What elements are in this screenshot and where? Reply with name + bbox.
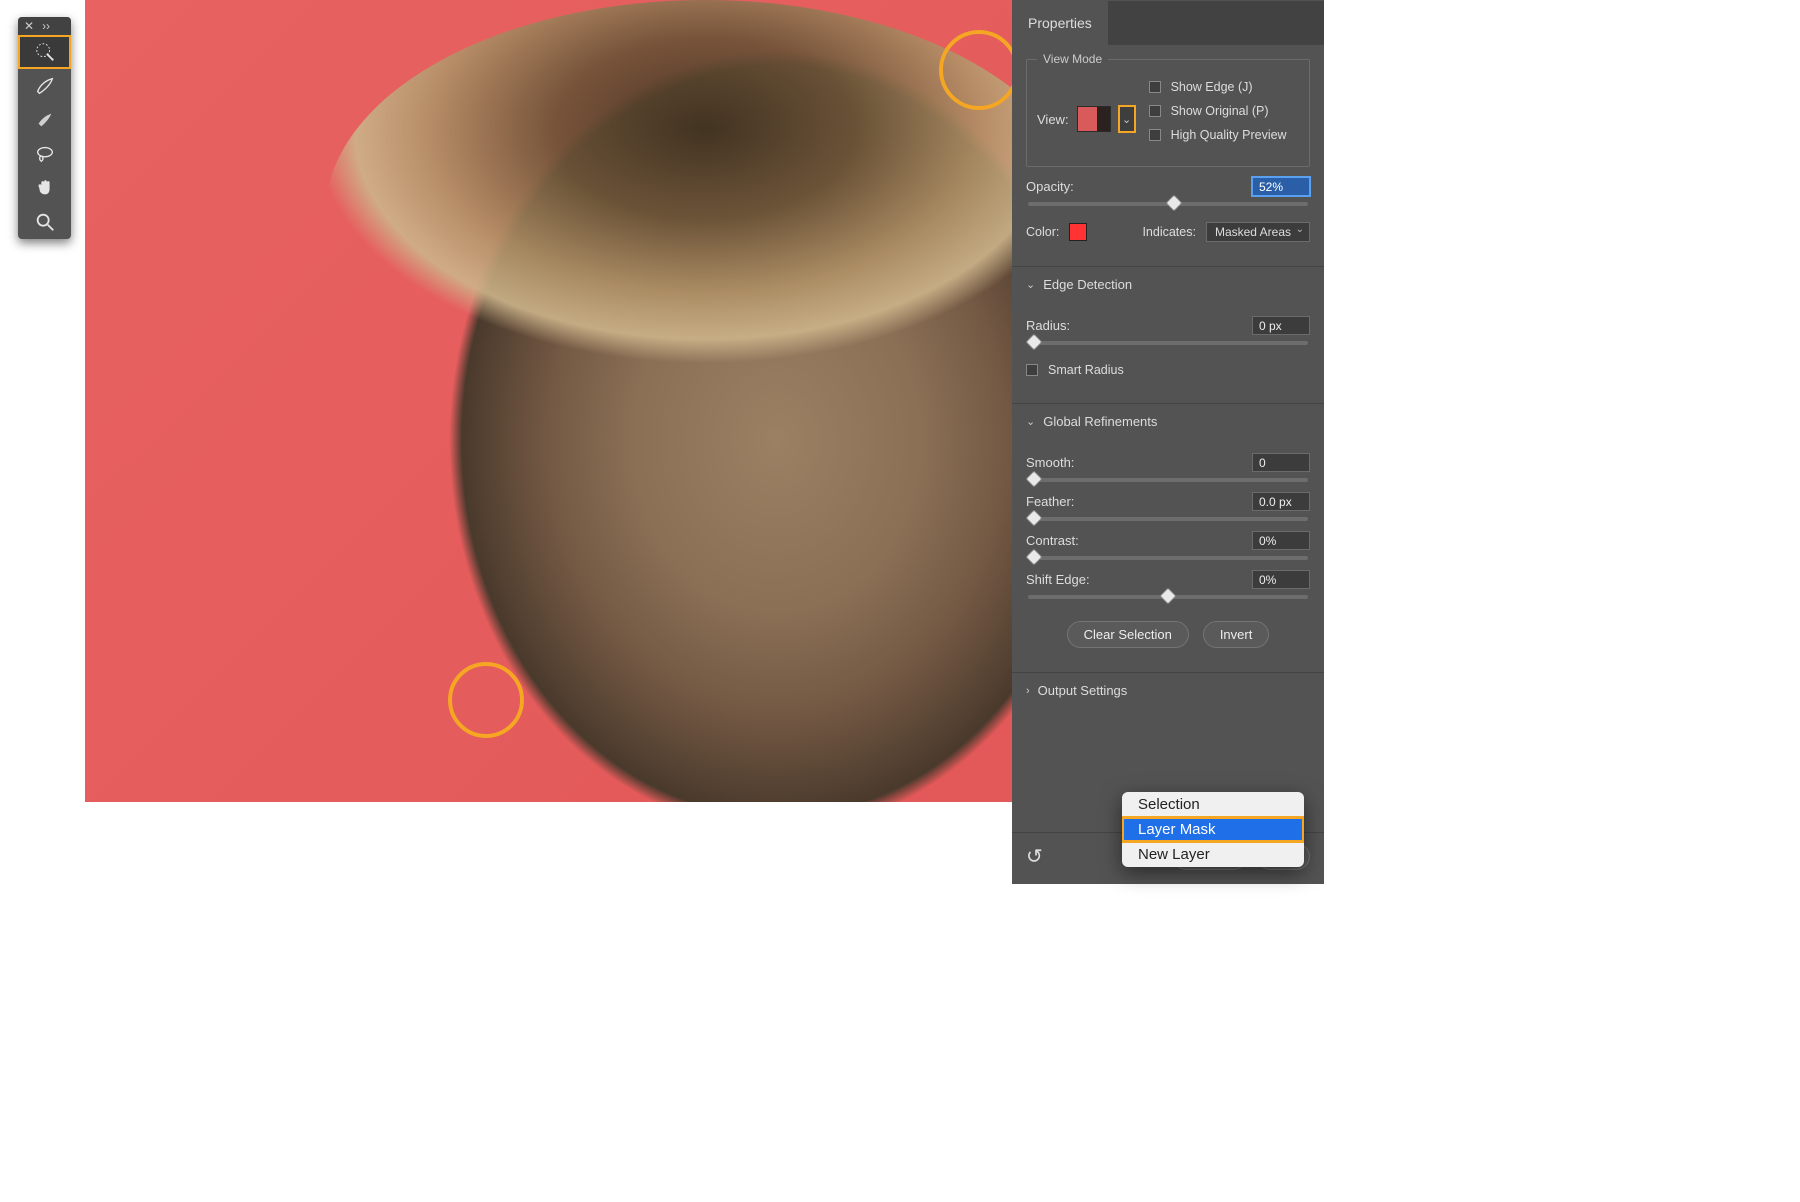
radius-input[interactable]: 0 px bbox=[1252, 316, 1310, 335]
indicates-label: Indicates: bbox=[1142, 225, 1196, 239]
chevron-down-icon: ⌄ bbox=[1026, 278, 1035, 291]
feather-slider[interactable] bbox=[1028, 517, 1308, 521]
soft-brush-icon bbox=[34, 109, 56, 131]
smooth-slider-thumb[interactable] bbox=[1025, 471, 1042, 488]
radius-slider-thumb[interactable] bbox=[1025, 334, 1042, 351]
output-option-new-layer[interactable]: New Layer bbox=[1122, 842, 1304, 867]
output-settings-title: Output Settings bbox=[1038, 683, 1128, 698]
feather-label: Feather: bbox=[1026, 494, 1074, 509]
annotation-circle-bottom bbox=[448, 662, 524, 738]
brush-icon bbox=[34, 75, 56, 97]
lasso-tool[interactable] bbox=[18, 137, 71, 171]
radius-label: Radius: bbox=[1026, 318, 1070, 333]
shift-edge-label: Shift Edge: bbox=[1026, 572, 1090, 587]
panel-tabs: Properties bbox=[1012, 0, 1324, 45]
refine-brush-icon bbox=[34, 41, 56, 63]
edge-detection-accordion[interactable]: ⌄ Edge Detection bbox=[1012, 266, 1324, 302]
smooth-label: Smooth: bbox=[1026, 455, 1074, 470]
invert-button[interactable]: Invert bbox=[1203, 621, 1270, 648]
contrast-input[interactable]: 0% bbox=[1252, 531, 1310, 550]
view-label: View: bbox=[1037, 112, 1069, 127]
shift-edge-slider-thumb[interactable] bbox=[1160, 588, 1177, 605]
output-settings-accordion[interactable]: › Output Settings bbox=[1012, 672, 1324, 708]
close-icon[interactable]: ✕ bbox=[24, 19, 34, 33]
radius-slider[interactable] bbox=[1028, 341, 1308, 345]
view-dropdown-button[interactable]: ⌄ bbox=[1119, 106, 1135, 132]
zoom-tool[interactable] bbox=[18, 205, 71, 239]
feather-slider-thumb[interactable] bbox=[1025, 510, 1042, 527]
lasso-icon bbox=[34, 143, 56, 165]
chevron-down-icon: ⌄ bbox=[1026, 415, 1035, 428]
shift-edge-slider[interactable] bbox=[1028, 595, 1308, 599]
chevron-down-icon: ⌄ bbox=[1122, 113, 1131, 126]
smart-radius-checkbox[interactable] bbox=[1026, 364, 1038, 376]
view-mode-group: View Mode View: ⌄ Show Edge (J) Show Ori… bbox=[1026, 59, 1310, 167]
view-thumbnail[interactable] bbox=[1077, 106, 1111, 132]
contrast-label: Contrast: bbox=[1026, 533, 1079, 548]
tools-palette: ✕ ›› bbox=[18, 17, 71, 239]
output-option-layer-mask[interactable]: Layer Mask bbox=[1122, 817, 1304, 842]
show-edge-checkbox[interactable] bbox=[1149, 81, 1161, 93]
show-original-label: Show Original (P) bbox=[1171, 104, 1269, 118]
properties-panel: Properties View Mode View: ⌄ Show Edge (… bbox=[1012, 0, 1324, 884]
smooth-input[interactable]: 0 bbox=[1252, 453, 1310, 472]
hq-preview-label: High Quality Preview bbox=[1171, 128, 1287, 142]
refine-edge-brush-tool[interactable] bbox=[18, 35, 71, 69]
output-to-dropdown: Selection Layer Mask New Layer bbox=[1122, 792, 1304, 867]
global-refinements-accordion[interactable]: ⌄ Global Refinements bbox=[1012, 403, 1324, 439]
smooth-slider[interactable] bbox=[1028, 478, 1308, 482]
soft-brush-tool[interactable] bbox=[18, 103, 71, 137]
tab-gutter bbox=[1108, 0, 1324, 45]
magnifier-icon bbox=[34, 211, 56, 233]
contrast-slider-thumb[interactable] bbox=[1025, 549, 1042, 566]
hand-tool[interactable] bbox=[18, 171, 71, 205]
color-label: Color: bbox=[1026, 225, 1059, 239]
brush-tool[interactable] bbox=[18, 69, 71, 103]
opacity-slider-thumb[interactable] bbox=[1165, 195, 1182, 212]
show-original-checkbox[interactable] bbox=[1149, 105, 1161, 117]
edge-detection-title: Edge Detection bbox=[1043, 277, 1132, 292]
global-refinements-title: Global Refinements bbox=[1043, 414, 1157, 429]
shift-edge-input[interactable]: 0% bbox=[1252, 570, 1310, 589]
clear-selection-button[interactable]: Clear Selection bbox=[1067, 621, 1189, 648]
indicates-select[interactable]: Masked Areas bbox=[1206, 222, 1310, 242]
hand-icon bbox=[34, 177, 56, 199]
chevron-right-icon: › bbox=[1026, 685, 1030, 697]
contrast-slider[interactable] bbox=[1028, 556, 1308, 560]
opacity-slider[interactable] bbox=[1028, 202, 1308, 206]
hq-preview-checkbox[interactable] bbox=[1149, 129, 1161, 141]
annotation-circle-top bbox=[939, 30, 1019, 110]
output-option-selection[interactable]: Selection bbox=[1122, 792, 1304, 817]
color-swatch[interactable] bbox=[1069, 223, 1087, 241]
feather-input[interactable]: 0.0 px bbox=[1252, 492, 1310, 511]
palette-header[interactable]: ✕ ›› bbox=[18, 17, 71, 35]
reset-icon[interactable]: ↺ bbox=[1026, 844, 1043, 869]
tab-properties[interactable]: Properties bbox=[1012, 0, 1108, 45]
smart-radius-label: Smart Radius bbox=[1048, 363, 1124, 377]
opacity-label: Opacity: bbox=[1026, 179, 1074, 194]
show-edge-label: Show Edge (J) bbox=[1171, 80, 1253, 94]
opacity-input[interactable]: 52% bbox=[1252, 177, 1310, 196]
expand-icon[interactable]: ›› bbox=[42, 19, 50, 33]
view-mode-title: View Mode bbox=[1037, 52, 1108, 66]
canvas[interactable] bbox=[85, 0, 1015, 802]
